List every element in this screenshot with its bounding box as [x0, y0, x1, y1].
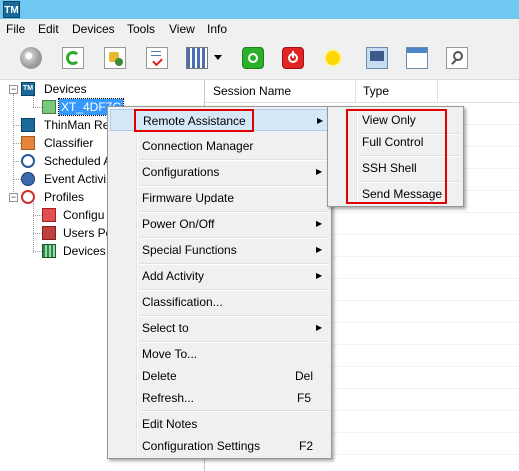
menu-devices[interactable]: Devices	[72, 22, 115, 36]
menu-edit-notes[interactable]: Edit Notes	[110, 413, 329, 435]
window-icon[interactable]	[406, 47, 428, 69]
menu-label: Connection Manager	[142, 139, 254, 153]
menu-delete[interactable]: Delete Del	[110, 365, 329, 387]
menu-label: Configuration Settings	[142, 439, 261, 453]
tree-label: Devices	[63, 244, 106, 258]
column-session-name[interactable]: Session Name	[213, 84, 291, 98]
highlight-box	[346, 109, 447, 204]
classifier-icon	[21, 136, 35, 150]
devices-profile-icon	[42, 244, 56, 258]
highlight-box	[134, 109, 254, 132]
disc-icon[interactable]	[20, 47, 42, 69]
menu-label: Edit Notes	[142, 417, 198, 431]
menu-bar: File Edit Devices Tools View Info	[0, 19, 519, 39]
settings-wand-icon[interactable]	[104, 47, 126, 69]
menu-label: Add Activity	[142, 269, 205, 283]
event-icon	[21, 172, 35, 186]
tree-label: Devices	[44, 82, 87, 96]
menu-view[interactable]: View	[169, 22, 195, 36]
menu-power-on-off[interactable]: Power On/Off ▶	[110, 213, 329, 235]
menu-firmware-update[interactable]: Firmware Update	[110, 187, 329, 209]
menu-label: Firmware Update	[142, 191, 235, 205]
list-header: Session Name Type	[205, 80, 519, 103]
menu-label: Power On/Off	[142, 217, 215, 231]
submenu-arrow-icon: ▶	[316, 271, 323, 280]
grid-icon[interactable]	[186, 47, 208, 69]
submenu-arrow-icon: ▶	[316, 167, 323, 176]
power-on-icon[interactable]	[242, 47, 264, 69]
device-monitor-icon	[42, 100, 56, 114]
search-icon[interactable]	[446, 47, 468, 69]
profiles-icon	[21, 190, 35, 204]
menu-label: Special Functions	[142, 243, 237, 257]
submenu-arrow-icon: ▶	[316, 323, 323, 332]
submenu-arrow-icon: ▶	[316, 245, 323, 254]
menu-shortcut: F2	[299, 439, 314, 453]
menu-label: Refresh...	[142, 391, 195, 405]
menu-label: Configurations	[142, 165, 220, 179]
menu-shortcut: F5	[297, 391, 312, 405]
profiles-collapse-toggle[interactable]: −	[9, 193, 18, 202]
devices-icon: TM	[21, 82, 35, 96]
tree-label: Profiles	[44, 190, 85, 204]
tree-label: ThinMan Re	[44, 118, 110, 132]
menu-file[interactable]: File	[6, 22, 25, 36]
menu-edit[interactable]: Edit	[38, 22, 59, 36]
menu-classification[interactable]: Classification...	[110, 291, 329, 313]
submenu-arrow-icon: ▶	[316, 219, 323, 228]
menu-special-functions[interactable]: Special Functions ▶	[110, 239, 329, 261]
sun-icon[interactable]	[322, 47, 344, 69]
column-type[interactable]: Type	[363, 84, 389, 98]
menu-configurations[interactable]: Configurations ▶	[110, 161, 329, 183]
menu-shortcut: Del	[295, 369, 314, 383]
remote-screen-icon[interactable]	[366, 47, 388, 69]
app-logo-icon: TM	[3, 1, 20, 18]
submenu-arrow-icon: ▶	[317, 116, 324, 125]
menu-connection-manager[interactable]: Connection Manager	[110, 135, 329, 157]
menu-label: Select to	[142, 321, 189, 335]
menu-add-activity[interactable]: Add Activity ▶	[110, 265, 329, 287]
menu-move-to[interactable]: Move To...	[110, 343, 329, 365]
menu-refresh[interactable]: Refresh... F5	[110, 387, 329, 409]
power-off-icon[interactable]	[282, 47, 304, 69]
menu-label: Move To...	[142, 347, 198, 361]
config-profile-icon	[42, 208, 56, 222]
tree-label: Event Activi	[44, 172, 107, 186]
tree-label: Scheduled A	[44, 154, 112, 168]
tree-label: Users Po	[63, 226, 113, 240]
checklist-icon[interactable]	[146, 47, 168, 69]
menu-label: Classification...	[142, 295, 223, 309]
menu-configuration-settings[interactable]: Configuration Settings F2	[110, 435, 329, 457]
tree-label: Classifier	[44, 136, 94, 150]
refresh-icon[interactable]	[62, 47, 84, 69]
dropdown-arrow-icon[interactable]	[212, 47, 224, 69]
devices-collapse-toggle[interactable]: −	[9, 85, 18, 94]
thinman-icon	[21, 118, 35, 132]
menu-info[interactable]: Info	[207, 22, 227, 36]
context-menu: Remote Assistance ▶ Connection Manager C…	[107, 106, 332, 459]
menu-tools[interactable]: Tools	[127, 22, 155, 36]
clock-icon	[21, 154, 35, 168]
tree-label: Configu	[63, 208, 105, 222]
title-bar: TM	[0, 0, 519, 19]
toolbar	[0, 39, 519, 80]
users-profile-icon	[42, 226, 56, 240]
menu-select-to[interactable]: Select to ▶	[110, 317, 329, 339]
menu-label: Delete	[142, 369, 177, 383]
